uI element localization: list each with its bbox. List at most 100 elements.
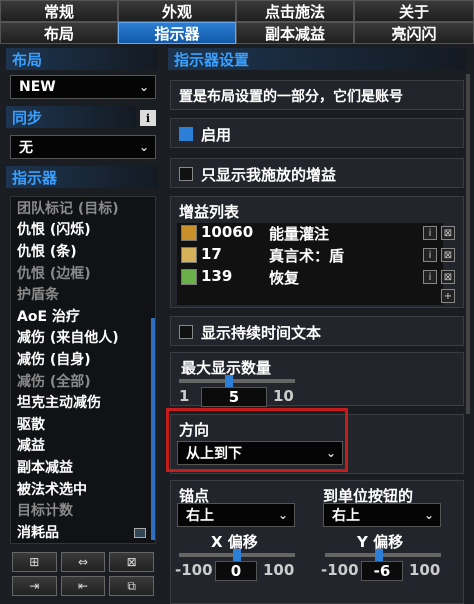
list-item[interactable]: 减益 <box>11 435 155 457</box>
sync-header: 同步 <box>6 106 136 128</box>
slider-min: -100 <box>175 561 213 579</box>
info-icon[interactable]: i <box>423 270 437 284</box>
chevron-down-icon: ⌄ <box>138 140 149 154</box>
list-item[interactable]: AoE 治疗 <box>11 305 155 327</box>
tab-about[interactable]: 关于 <box>354 0 474 22</box>
enable-label: 启用 <box>201 126 232 144</box>
max-count-panel: 最大显示数量 1 5 10 <box>170 352 464 407</box>
notice-text: 置是布局设置的一部分，它们是账号 <box>179 89 403 105</box>
only-mine-row[interactable]: 只显示我施放的增益 <box>170 158 464 188</box>
indicator-list: 团队标记 (目标) 仇恨 (闪烁) 仇恨 (条) 仇恨 (边框) 护盾条 AoE… <box>10 196 156 544</box>
sync-dropdown[interactable]: 无 ⌄ <box>10 135 156 159</box>
renew-icon <box>181 269 197 285</box>
y-offset-input[interactable]: -6 <box>361 561 403 581</box>
layout-header: 布局 <box>6 48 158 70</box>
add-indicator-icon[interactable]: ⊞ <box>12 552 57 572</box>
slider-max: 10 <box>273 387 294 405</box>
slider-min: -100 <box>321 561 359 579</box>
export-icon[interactable]: ⇤ <box>60 576 106 596</box>
buff-list-title: 增益列表 <box>179 203 240 221</box>
tab-appearance[interactable]: 外观 <box>118 0 236 22</box>
tab-layout[interactable]: 布局 <box>0 22 118 44</box>
list-button-row-1: ⊞ ⇔ ⊠ <box>10 552 156 574</box>
list-item[interactable]: 坦克主动减伤 <box>11 391 155 413</box>
direction-highlight-box <box>166 408 348 472</box>
buff-name: 能量灌注 <box>269 225 330 243</box>
list-item[interactable]: 仇恨 (闪烁) <box>11 219 155 241</box>
enable-row[interactable]: 启用 <box>170 118 464 148</box>
buff-list-panel: 增益列表 10060 能量灌注 i ⊠ 17 真言术：盾 i ⊠ 139 恢复 … <box>170 196 464 308</box>
buff-id: 17 <box>201 245 222 263</box>
relative-to-dropdown[interactable]: 右上 ⌄ <box>323 503 441 527</box>
list-item[interactable]: 仇恨 (条) <box>11 240 155 262</box>
list-item[interactable]: 团队标记 (目标) <box>11 197 155 219</box>
max-count-input[interactable]: 5 <box>201 387 267 407</box>
buff-id: 10060 <box>201 223 254 241</box>
anchor-value: 右上 <box>186 508 214 524</box>
slider-max: 100 <box>263 561 295 579</box>
power-infusion-icon <box>181 225 197 241</box>
y-offset-slider[interactable] <box>325 553 441 557</box>
anchor-dropdown[interactable]: 右上 ⌄ <box>177 503 295 527</box>
remove-icon[interactable]: ⊠ <box>441 248 455 262</box>
tab-click-casting[interactable]: 点击施法 <box>236 0 354 22</box>
duration-row[interactable]: 显示持续时间文本 <box>170 316 464 346</box>
x-offset-input[interactable]: 0 <box>215 561 257 581</box>
tab-glows[interactable]: 亮闪闪 <box>354 22 474 44</box>
info-icon[interactable]: i <box>140 110 156 126</box>
list-item[interactable]: 仇恨 (边框) <box>11 262 155 284</box>
sync-value: 无 <box>19 140 33 156</box>
list-scrollbar[interactable] <box>151 318 155 540</box>
tab-general[interactable]: 常规 <box>0 0 118 22</box>
remove-icon[interactable]: ⊠ <box>441 226 455 240</box>
list-item-selected[interactable]: 爆发 <box>11 542 155 543</box>
rename-icon[interactable]: ⇔ <box>60 552 106 572</box>
info-icon[interactable]: i <box>423 248 437 262</box>
slider-handle[interactable] <box>233 549 241 561</box>
chevron-down-icon: ⌄ <box>423 508 434 522</box>
enable-checkbox[interactable] <box>179 127 193 141</box>
notice-box: 置是布局设置的一部分，它们是账号 <box>170 80 464 110</box>
list-item[interactable]: 目标计数 <box>11 499 155 521</box>
chevron-down-icon: ⌄ <box>138 80 149 94</box>
indicators-header: 指示器 <box>6 166 158 188</box>
settings-panel: 置是布局设置的一部分，它们是账号 启用 只显示我施放的增益 增益列表 10060… <box>166 48 466 604</box>
list-item[interactable]: 副本减益 <box>11 456 155 478</box>
duration-checkbox[interactable] <box>179 325 193 339</box>
list-item[interactable]: 驱散 <box>11 413 155 435</box>
slider-handle[interactable] <box>375 549 383 561</box>
list-item[interactable]: 减伤 (来自他人) <box>11 327 155 349</box>
tab-indicators[interactable]: 指示器 <box>118 22 236 44</box>
tab-raid-debuffs[interactable]: 副本减益 <box>236 22 354 44</box>
image-icon[interactable] <box>134 528 146 538</box>
buff-id: 139 <box>201 267 233 285</box>
info-icon[interactable]: i <box>423 226 437 240</box>
buff-name: 真言术：盾 <box>269 247 345 265</box>
only-mine-checkbox[interactable] <box>179 167 193 181</box>
duration-label: 显示持续时间文本 <box>201 324 322 342</box>
list-item[interactable]: 减伤 (自身) <box>11 348 155 370</box>
slider-min: 1 <box>179 387 190 405</box>
power-word-shield-icon <box>181 247 197 263</box>
list-item[interactable]: 减伤 (全部) <box>11 370 155 392</box>
anchor-panel: 锚点 右上 ⌄ 到单位按钮的 右上 ⌄ X 偏移 -100 0 100 Y 偏移… <box>170 480 464 604</box>
relative-to-value: 右上 <box>332 508 360 524</box>
slider-handle[interactable] <box>225 375 233 387</box>
buff-name: 恢复 <box>269 269 300 287</box>
tab-bar: 常规 外观 点击施法 关于 布局 指示器 副本减益 亮闪闪 <box>0 0 474 44</box>
only-mine-label: 只显示我施放的增益 <box>201 166 337 184</box>
add-buff-button[interactable]: + <box>441 289 455 303</box>
layout-dropdown[interactable]: NEW ⌄ <box>10 75 156 99</box>
max-count-slider[interactable] <box>179 379 295 383</box>
remove-icon[interactable]: ⊠ <box>441 270 455 284</box>
settings-scrollbar[interactable] <box>466 74 470 414</box>
copy-icon[interactable]: ⧉ <box>109 576 155 596</box>
layout-value: NEW <box>19 79 56 95</box>
list-button-row-2: ⇥ ⇤ ⧉ <box>10 576 156 598</box>
import-icon[interactable]: ⇥ <box>12 576 57 596</box>
list-item[interactable]: 护盾条 <box>11 283 155 305</box>
list-item[interactable]: 被法术选中 <box>11 478 155 500</box>
chevron-down-icon: ⌄ <box>277 508 288 522</box>
delete-icon[interactable]: ⊠ <box>109 552 155 572</box>
slider-max: 100 <box>409 561 441 579</box>
